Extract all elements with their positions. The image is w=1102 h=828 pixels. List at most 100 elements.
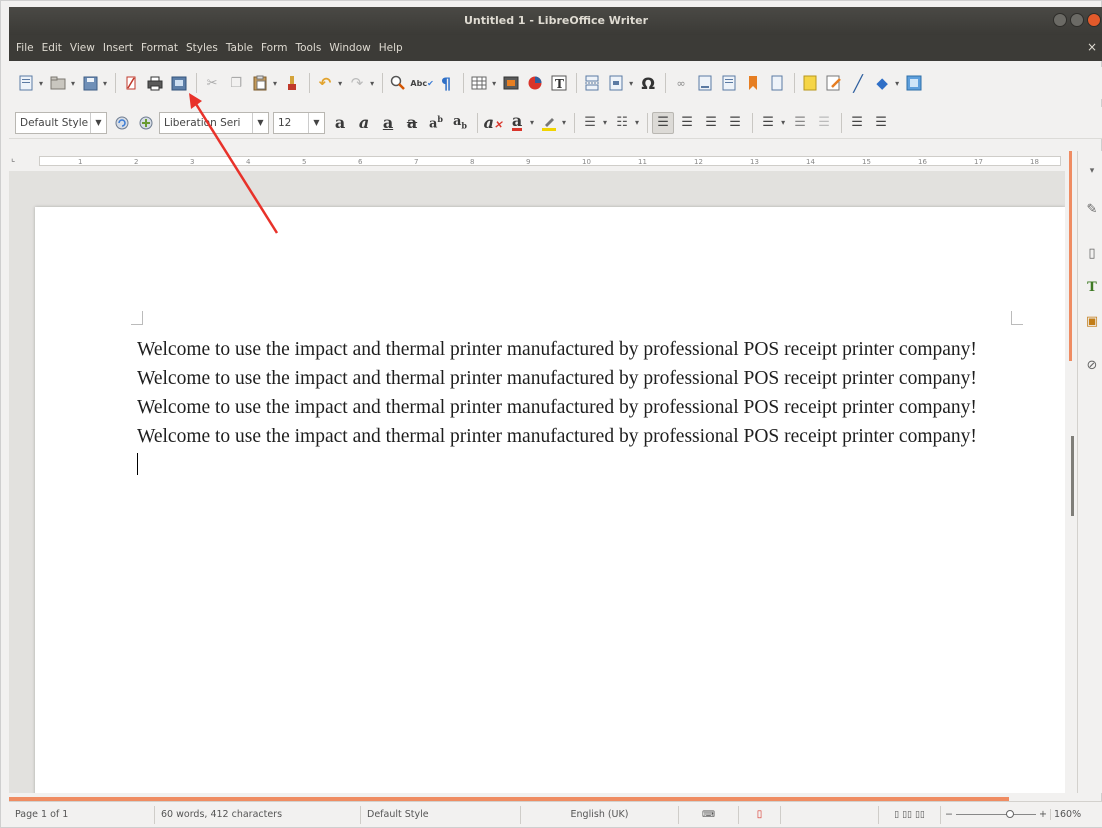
menu-edit[interactable]: Edit [38, 42, 66, 54]
undo-button[interactable]: ↶ [314, 72, 336, 94]
horizontal-ruler[interactable]: ⌞ 1 2 3 4 5 6 7 8 9 10 11 12 13 14 15 16… [9, 151, 1065, 169]
insert-chart-button[interactable] [524, 72, 546, 94]
menu-window[interactable]: Window [325, 42, 374, 54]
word-count-field[interactable]: 60 words, 412 characters [155, 805, 361, 824]
superscript-button[interactable]: ab [425, 112, 447, 134]
chevron-down-icon[interactable]: ▾ [895, 79, 899, 88]
zoom-thumb[interactable] [1005, 810, 1014, 818]
chevron-down-icon[interactable]: ▼ [252, 112, 268, 133]
insert-page-break-button[interactable] [581, 72, 603, 94]
underline-button[interactable]: a [377, 112, 399, 134]
minimize-button[interactable] [1053, 13, 1067, 27]
chevron-down-icon[interactable]: ▾ [39, 79, 43, 88]
insert-text-box-button[interactable]: T [548, 72, 570, 94]
insert-table-button[interactable] [468, 72, 490, 94]
chevron-down-icon[interactable]: ▾ [562, 118, 566, 127]
zoom-percent[interactable]: 160% [1049, 809, 1081, 820]
clear-formatting-button[interactable]: a✕ [482, 112, 504, 134]
bullets-button[interactable]: ☰ [579, 112, 601, 134]
zoom-in-icon[interactable]: + [1039, 809, 1047, 820]
copy-button[interactable]: ❐ [225, 72, 247, 94]
close-document-icon[interactable]: × [1087, 40, 1097, 54]
document-modified-field[interactable]: ▯ [739, 805, 781, 824]
redo-button[interactable]: ↷ [346, 72, 368, 94]
clone-formatting-button[interactable] [281, 72, 303, 94]
sidebar-menu-button[interactable]: ▾ [1084, 163, 1100, 179]
numbering-button[interactable]: ☷ [611, 112, 633, 134]
zoom-track[interactable] [955, 810, 1036, 818]
maximize-button[interactable] [1070, 13, 1084, 27]
font-size-combo[interactable]: 12 ▼ [273, 111, 325, 134]
zoom-out-icon[interactable]: − [945, 809, 953, 820]
chevron-down-icon[interactable]: ▾ [635, 118, 639, 127]
insert-field-button[interactable] [605, 72, 627, 94]
insert-image-button[interactable] [500, 72, 522, 94]
page-number-field[interactable]: Page 1 of 1 [9, 805, 155, 824]
sidebar-styles-button[interactable]: T [1084, 279, 1100, 295]
paste-button[interactable] [249, 72, 271, 94]
subscript-button[interactable]: ab [449, 112, 471, 134]
chevron-down-icon[interactable]: ▼ [90, 112, 106, 133]
basic-shapes-button[interactable]: ◆ [871, 72, 893, 94]
save-button[interactable] [79, 72, 101, 94]
show-draw-functions-button[interactable] [903, 72, 925, 94]
chevron-down-icon[interactable]: ▾ [338, 79, 342, 88]
highlighting-button[interactable] [538, 112, 560, 134]
decrease-indent-button[interactable]: ☰ [870, 112, 892, 134]
line-spacing-button[interactable]: ☰ [757, 112, 779, 134]
menu-format[interactable]: Format [137, 42, 182, 54]
insert-special-character-button[interactable]: Ω [637, 72, 659, 94]
decrease-paragraph-spacing-button[interactable]: ☰ [813, 112, 835, 134]
menu-tools[interactable]: Tools [291, 42, 325, 54]
align-left-button[interactable]: ☰ [652, 111, 675, 134]
paragraph-style-combo[interactable]: Default Style ▼ [15, 111, 107, 134]
chevron-down-icon[interactable]: ▾ [781, 118, 785, 127]
menu-help[interactable]: Help [375, 42, 407, 54]
print-preview-button[interactable] [168, 72, 190, 94]
menu-styles[interactable]: Styles [182, 42, 222, 54]
insert-bookmark-button[interactable] [742, 72, 764, 94]
print-button[interactable] [144, 72, 166, 94]
formatting-marks-button[interactable]: ¶ [435, 72, 457, 94]
track-changes-button[interactable] [823, 72, 845, 94]
cut-button[interactable]: ✂ [201, 72, 223, 94]
book-view-icon[interactable]: ▯▯ [915, 810, 925, 820]
align-right-button[interactable]: ☰ [700, 112, 722, 134]
single-page-view-icon[interactable]: ▯ [894, 810, 899, 820]
increase-paragraph-spacing-button[interactable]: ☰ [789, 112, 811, 134]
document-page[interactable]: Welcome to use the impact and thermal pr… [35, 207, 1065, 793]
menu-form[interactable]: Form [257, 42, 291, 54]
paragraph[interactable]: Welcome to use the impact and thermal pr… [137, 422, 977, 480]
menu-view[interactable]: View [66, 42, 99, 54]
italic-button[interactable]: a [353, 112, 375, 134]
export-pdf-button[interactable] [120, 72, 142, 94]
chevron-down-icon[interactable]: ▾ [603, 118, 607, 127]
chevron-down-icon[interactable]: ▾ [530, 118, 534, 127]
align-center-button[interactable]: ☰ [676, 112, 698, 134]
menu-table[interactable]: Table [222, 42, 257, 54]
paragraph[interactable]: Welcome to use the impact and thermal pr… [137, 335, 977, 364]
strikethrough-button[interactable]: a [401, 112, 423, 134]
insert-cross-reference-button[interactable] [766, 72, 788, 94]
sidebar-gallery-button[interactable]: ▣ [1084, 313, 1100, 329]
insert-line-button[interactable]: ╱ [847, 72, 869, 94]
close-button[interactable] [1087, 13, 1101, 27]
justify-button[interactable]: ☰ [724, 112, 746, 134]
zoom-slider[interactable]: − + 160% [941, 809, 1081, 820]
insert-endnote-button[interactable] [718, 72, 740, 94]
bold-button[interactable]: a [329, 112, 351, 134]
document-canvas[interactable]: Welcome to use the impact and thermal pr… [9, 171, 1065, 793]
menu-file[interactable]: File [12, 42, 38, 54]
new-document-button[interactable] [15, 72, 37, 94]
paragraph[interactable]: Welcome to use the impact and thermal pr… [137, 393, 977, 422]
vertical-scrollbar[interactable] [1065, 151, 1075, 793]
scrollbar-thumb[interactable] [1071, 436, 1074, 516]
find-replace-button[interactable] [387, 72, 409, 94]
document-text[interactable]: Welcome to use the impact and thermal pr… [137, 335, 977, 480]
font-color-button[interactable]: a [506, 112, 528, 134]
insert-footnote-button[interactable] [694, 72, 716, 94]
chevron-down-icon[interactable]: ▾ [103, 79, 107, 88]
chevron-down-icon[interactable]: ▾ [71, 79, 75, 88]
chevron-down-icon[interactable]: ▼ [308, 112, 324, 133]
page-style-field[interactable]: Default Style [361, 805, 521, 824]
